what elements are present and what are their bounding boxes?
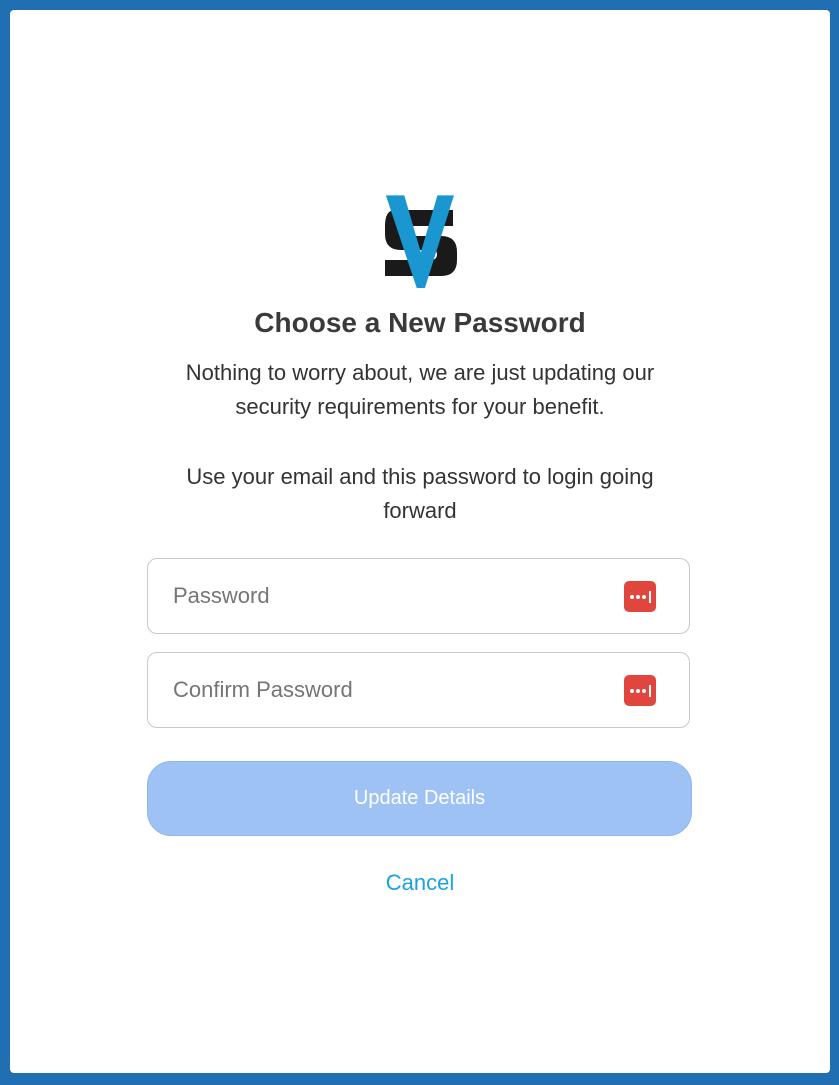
- password-manager-icon[interactable]: [624, 581, 656, 612]
- login-instructions: Use your email and this password to logi…: [186, 464, 654, 523]
- password-reset-card: Choose a New Password Nothing to worry a…: [10, 10, 830, 1073]
- password-field: [147, 558, 690, 634]
- dot: [636, 688, 640, 693]
- page-title: Choose a New Password: [254, 307, 586, 338]
- cursor-bar: [649, 590, 651, 603]
- dot: [642, 594, 646, 599]
- update-details-button[interactable]: Update Details: [147, 761, 692, 836]
- cursor-bar: [649, 684, 651, 697]
- dot: [630, 594, 634, 599]
- brand-logo: [385, 195, 457, 288]
- cancel-link[interactable]: Cancel: [10, 870, 830, 896]
- dot: [636, 594, 640, 599]
- confirm-password-field: [147, 652, 690, 728]
- confirm-password-input[interactable]: [148, 653, 689, 727]
- dot: [642, 688, 646, 693]
- page-description: Nothing to worry about, we are just upda…: [185, 360, 655, 419]
- dot: [630, 688, 634, 693]
- password-input[interactable]: [148, 559, 689, 633]
- password-manager-icon[interactable]: [624, 675, 656, 706]
